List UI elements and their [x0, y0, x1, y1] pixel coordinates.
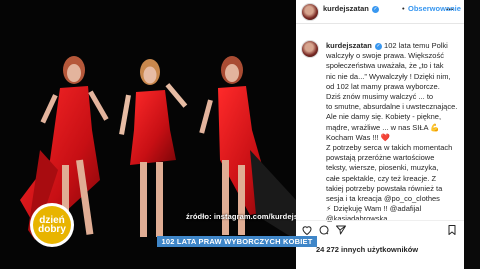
post-header: kurdejszatan ✓ • Obserwowanie ...: [296, 0, 464, 24]
comment-icon[interactable]: [318, 224, 330, 236]
caption-username[interactable]: kurdejszatan: [326, 41, 372, 50]
header-username-text[interactable]: kurdejszatan: [323, 4, 369, 13]
caption-line: od 102 lat mamy prawa wyborcze.: [326, 81, 440, 91]
caption-line: społeczeństwa uważała, że „to i tak: [326, 61, 444, 71]
verified-badge-icon: ✓: [371, 5, 379, 13]
caption-line: sesja i ta kreacja @po_co_clothes: [326, 194, 440, 204]
logo-line-2: dobry: [38, 224, 66, 235]
dzien-dobry-logo: dzień dobry: [30, 203, 74, 247]
share-icon[interactable]: [335, 224, 347, 236]
source-caption: źródło: instagram.com/kurdejszatan: [186, 212, 296, 221]
lower-third-bar: 102 LATA PRAW WYBORCZYCH KOBIET: [157, 236, 317, 247]
caption-line: walczyły o swoje prawa. Większość: [326, 51, 444, 61]
header-username[interactable]: kurdejszatan ✓: [323, 4, 379, 13]
caption-line: Kocham Was !!! ❤️: [326, 132, 391, 142]
instagram-panel: kurdejszatan ✓ • Obserwowanie ... kurdej…: [296, 0, 464, 269]
bookmark-icon[interactable]: [446, 224, 458, 236]
caption-line: Ale nie damy się. Kobiety - piękne,: [326, 112, 442, 122]
logo-badge: dzień dobry: [33, 206, 71, 244]
avatar[interactable]: [301, 3, 319, 21]
side-strip: [464, 0, 480, 269]
caption-line: takiej potrzeby powstała również ta: [326, 183, 443, 193]
caption-line: ⚡ Dziękuję Wam !! @adafijal: [326, 204, 422, 214]
model-center: [119, 59, 188, 237]
caption-line: nic nie da...” Wywalczyły ! Dzięki nim,: [326, 71, 451, 81]
caption-line: 102 lata temu Polki: [384, 41, 448, 50]
caption-line: Z potrzeby serca w takich momentach: [326, 143, 453, 153]
caption-line: całe spektakle, czy też kreacje. Z: [326, 173, 437, 183]
caption-line: to smutne, absurdalne i uwstecznające.: [326, 102, 458, 112]
caption-line: Dziś znów musimy walczyć ... to: [326, 92, 434, 102]
post-actions: [296, 220, 464, 238]
more-options-button[interactable]: ...: [446, 2, 454, 12]
verified-badge-icon: ✓: [374, 42, 382, 50]
header-separator: •: [402, 4, 405, 13]
heart-icon[interactable]: [301, 224, 313, 236]
post-caption: kurdejszatan ✓ 102 lata temu Polki walcz…: [326, 41, 462, 225]
caption-line: powstają przeróżne wartościowe: [326, 153, 435, 163]
likes-count[interactable]: 24 272 innych użytkowników: [316, 245, 418, 254]
caption-avatar[interactable]: [301, 40, 319, 58]
caption-line: teksty, wiersze, piosenki, muzyka,: [326, 163, 439, 173]
caption-line: mądre, wrażliwe ... w nas SIŁA 💪: [326, 122, 440, 132]
